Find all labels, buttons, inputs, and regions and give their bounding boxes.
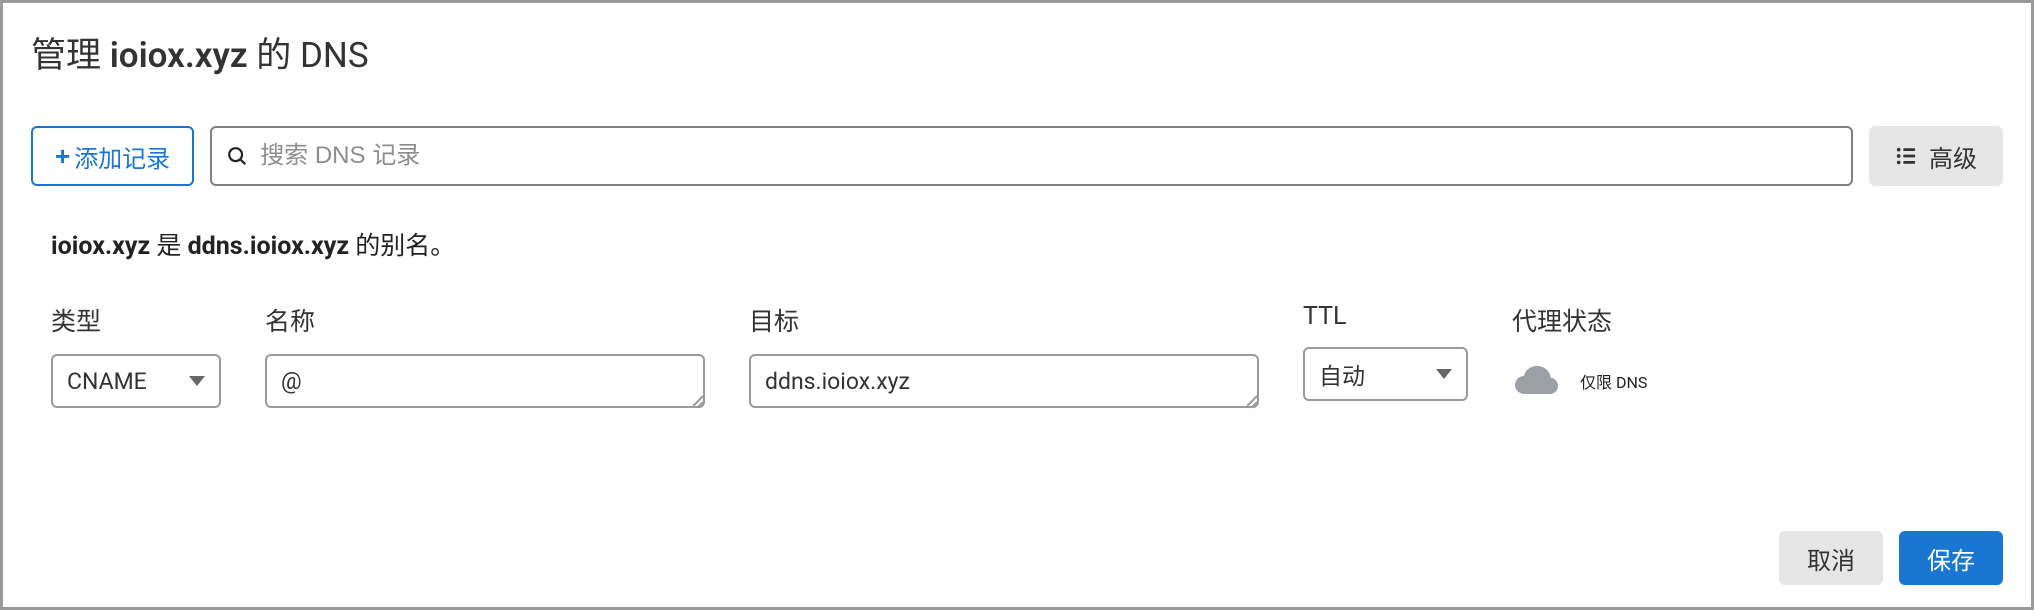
title-suffix: 的 DNS bbox=[248, 35, 369, 76]
form-footer: 取消 保存 bbox=[31, 531, 2003, 585]
name-input[interactable] bbox=[265, 354, 705, 408]
field-target: 目标 bbox=[749, 302, 1259, 408]
page-title: 管理 ioiox.xyz 的 DNS bbox=[31, 27, 2003, 78]
field-type: 类型 CNAME bbox=[51, 302, 221, 408]
chevron-down-icon bbox=[189, 376, 205, 386]
field-ttl: TTL 自动 bbox=[1303, 302, 1468, 401]
type-select[interactable]: CNAME bbox=[51, 354, 221, 408]
plus-icon: + bbox=[55, 143, 70, 169]
advanced-button[interactable]: 高级 bbox=[1869, 126, 2003, 186]
target-input[interactable] bbox=[749, 354, 1259, 408]
title-prefix: 管理 bbox=[31, 35, 110, 76]
alias-domain: ioiox.xyz bbox=[51, 232, 150, 261]
add-record-button[interactable]: + 添加记录 bbox=[31, 126, 194, 186]
proxy-label: 代理状态 bbox=[1512, 302, 1647, 338]
record-form: 类型 CNAME 名称 目标 TTL 自动 bbox=[31, 302, 2003, 408]
alias-description: ioiox.xyz 是 ddns.ioiox.xyz 的别名。 bbox=[51, 226, 2003, 262]
cancel-button[interactable]: 取消 bbox=[1779, 531, 1883, 585]
ttl-label: TTL bbox=[1303, 302, 1468, 331]
advanced-label: 高级 bbox=[1929, 139, 1977, 174]
ttl-select[interactable]: 自动 bbox=[1303, 347, 1468, 401]
list-icon bbox=[1895, 145, 1917, 167]
add-record-label: 添加记录 bbox=[74, 139, 170, 174]
title-domain: ioiox.xyz bbox=[110, 35, 248, 76]
target-label: 目标 bbox=[749, 302, 1259, 338]
chevron-down-icon bbox=[1436, 369, 1452, 379]
proxy-status-toggle[interactable]: 仅限 DNS bbox=[1512, 354, 1647, 408]
toolbar: + 添加记录 高级 bbox=[31, 126, 2003, 186]
proxy-value: 仅限 DNS bbox=[1580, 369, 1647, 393]
alias-suffix: 的别名。 bbox=[349, 232, 455, 261]
dns-manage-panel: 管理 ioiox.xyz 的 DNS + 添加记录 高级 bbox=[0, 0, 2034, 610]
alias-mid: 是 bbox=[150, 232, 187, 261]
save-button[interactable]: 保存 bbox=[1899, 531, 2003, 585]
type-value: CNAME bbox=[67, 368, 147, 395]
field-proxy: 代理状态 仅限 DNS bbox=[1512, 302, 1647, 408]
search-icon bbox=[226, 145, 248, 167]
name-label: 名称 bbox=[265, 302, 705, 338]
ttl-value: 自动 bbox=[1319, 357, 1365, 391]
alias-target: ddns.ioiox.xyz bbox=[188, 232, 349, 261]
field-name: 名称 bbox=[265, 302, 705, 408]
search-input-wrap[interactable] bbox=[210, 126, 1853, 186]
cloud-icon bbox=[1512, 364, 1560, 398]
search-input[interactable] bbox=[260, 142, 1837, 170]
type-label: 类型 bbox=[51, 302, 221, 338]
